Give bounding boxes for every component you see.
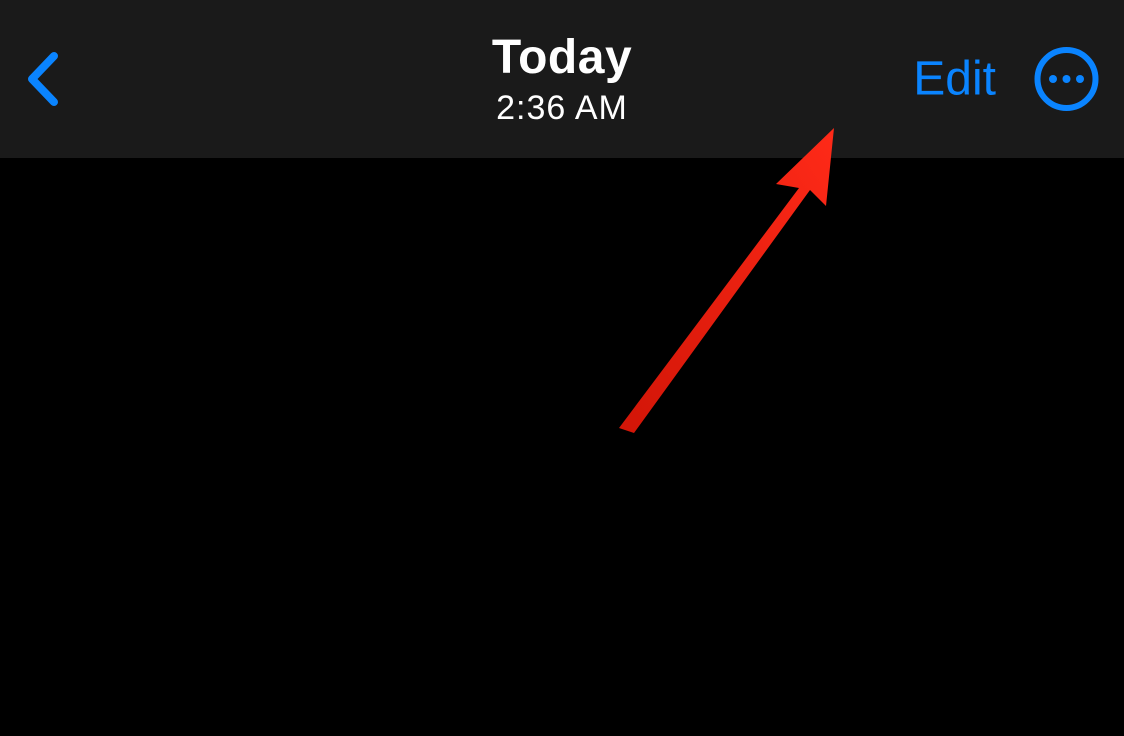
page-title: Today bbox=[492, 30, 632, 85]
chevron-left-icon bbox=[22, 48, 66, 110]
back-button[interactable] bbox=[22, 48, 66, 110]
header-title-group: Today 2:36 AM bbox=[492, 30, 632, 128]
edit-button[interactable]: Edit bbox=[913, 52, 996, 107]
content-area bbox=[0, 158, 1124, 736]
page-subtitle: 2:36 AM bbox=[492, 89, 632, 128]
more-options-icon bbox=[1034, 47, 1099, 112]
more-options-button[interactable] bbox=[1034, 47, 1099, 112]
navigation-header: Today 2:36 AM Edit bbox=[0, 0, 1124, 158]
